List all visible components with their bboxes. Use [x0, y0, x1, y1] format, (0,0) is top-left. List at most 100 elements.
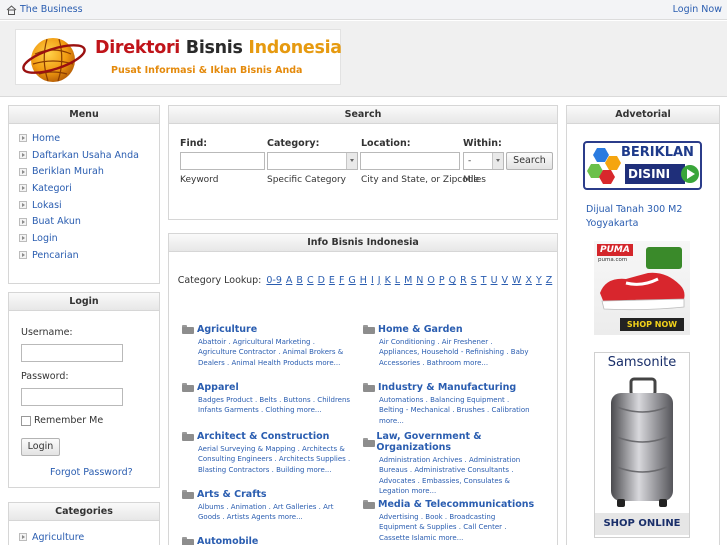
forgot-password-link[interactable]: Forgot Password?: [50, 467, 133, 478]
lookup-letter-t[interactable]: T: [481, 275, 487, 286]
category-link-agriculture[interactable]: Agriculture: [197, 324, 257, 335]
samsonite-ad[interactable]: Samsonite SHOP ONLINE: [594, 352, 690, 538]
lookup-letter-s[interactable]: S: [471, 275, 477, 286]
top-bar: The Business Login Now: [0, 0, 727, 20]
subcategory-list[interactable]: Administration Archives . Administration…: [363, 455, 535, 497]
password-input[interactable]: [21, 388, 123, 406]
category-link-media-telecom[interactable]: Media & Telecommunications: [378, 499, 534, 510]
lookup-letter-f[interactable]: F: [339, 275, 344, 286]
lookup-letter-d[interactable]: D: [318, 275, 325, 286]
menu-item-kategori[interactable]: Kategori: [19, 180, 159, 197]
login-button[interactable]: Login: [21, 438, 60, 456]
subcategory-list[interactable]: Abattoir . Agricultural Marketing . Agri…: [182, 337, 354, 368]
location-label: Location:: [361, 138, 411, 149]
category-hint: Specific Category: [267, 175, 347, 185]
location-input[interactable]: [360, 152, 460, 170]
menu-item-buat-akun[interactable]: Buat Akun: [19, 213, 159, 230]
lookup-letter-u[interactable]: U: [491, 275, 498, 286]
logo-tagline: Pusat Informasi & Iklan Bisnis Anda: [111, 65, 303, 76]
login-now-link[interactable]: Login Now: [673, 4, 722, 15]
lookup-letter-k[interactable]: K: [385, 275, 391, 286]
lookup-letter-w[interactable]: W: [512, 275, 521, 286]
lookup-letter-l[interactable]: L: [395, 275, 400, 286]
lookup-letter-c[interactable]: C: [307, 275, 314, 286]
folder-icon: [182, 325, 194, 334]
lookup-letter-a[interactable]: A: [286, 275, 293, 286]
subcategory-list[interactable]: Advertising . Book . Broadcasting Equipm…: [363, 512, 535, 543]
within-select[interactable]: -: [463, 152, 504, 170]
lookup-letter-x[interactable]: X: [525, 275, 532, 286]
menu-item-label[interactable]: Buat Akun: [32, 216, 81, 227]
lookup-letter-e[interactable]: E: [329, 275, 335, 286]
puma-logo: PUMA: [597, 244, 633, 256]
category-link-industry[interactable]: Industry & Manufacturing: [378, 382, 516, 393]
lookup-letter-o[interactable]: O: [427, 275, 434, 286]
category-link-law-government[interactable]: Law, Government & Organizations: [376, 431, 535, 453]
category-item-label[interactable]: Agriculture: [32, 532, 84, 543]
remember-me-label: Remember Me: [34, 415, 104, 426]
lookup-letter-b[interactable]: B: [296, 275, 303, 286]
lookup-letter-q[interactable]: Q: [449, 275, 456, 286]
lookup-letter-p[interactable]: P: [439, 275, 445, 286]
subcategory-list[interactable]: Badges Product . Belts . Buttons . Child…: [182, 395, 354, 416]
home-link[interactable]: The Business: [6, 4, 83, 15]
lookup-letter-g[interactable]: G: [348, 275, 355, 286]
menu-item-label[interactable]: Login: [32, 233, 58, 244]
lookup-letter-i[interactable]: I: [371, 275, 374, 286]
subcategory-list[interactable]: Automations . Balancing Equipment . Belt…: [363, 395, 535, 426]
subcategory-list[interactable]: Air Conditioning . Air Freshener . Appli…: [363, 337, 535, 368]
lookup-letter-m[interactable]: M: [404, 275, 412, 286]
find-label: Find:: [180, 138, 208, 149]
menu-item-label[interactable]: Beriklan Murah: [32, 166, 104, 177]
lookup-letter-z[interactable]: Z: [546, 275, 553, 286]
puma-ad[interactable]: PUMA puma.com SHOP NOW: [594, 241, 690, 335]
puma-shop-now-button[interactable]: SHOP NOW: [620, 318, 684, 331]
lookup-letter-n[interactable]: N: [416, 275, 423, 286]
find-input[interactable]: [180, 152, 265, 170]
menu-item-lokasi[interactable]: Lokasi: [19, 197, 159, 214]
info-panel-title: Info Bisnis Indonesia: [169, 234, 557, 252]
lookup-letter-v[interactable]: V: [502, 275, 509, 286]
menu-item-home[interactable]: Home: [19, 130, 159, 147]
categories-panel-title: Categories: [9, 503, 159, 521]
lookup-letter-h[interactable]: H: [360, 275, 367, 286]
menu-item-daftarkan-usaha[interactable]: Daftarkan Usaha Anda: [19, 147, 159, 164]
folder-icon: [363, 437, 376, 447]
lookup-letter-y[interactable]: Y: [536, 275, 542, 286]
subcategory-list[interactable]: Albums . Animation . Art Galleries . Art…: [182, 502, 354, 523]
menu-item-label[interactable]: Pencarian: [32, 250, 79, 261]
category-link-automobile[interactable]: Automobile: [197, 536, 258, 545]
category-select[interactable]: [267, 152, 358, 170]
menu-item-label[interactable]: Kategori: [32, 183, 72, 194]
banner-line2: DISINI: [625, 164, 685, 184]
category-link-architect[interactable]: Architect & Construction: [197, 431, 329, 442]
menu-item-login[interactable]: Login: [19, 230, 159, 247]
ad-text-link[interactable]: Dijual Tanah 300 M2 Yogyakarta: [586, 203, 706, 231]
arrow-icon: [19, 167, 27, 176]
menu-item-beriklan-murah[interactable]: Beriklan Murah: [19, 163, 159, 180]
lookup-letter-0-9[interactable]: 0-9: [266, 275, 282, 286]
category-item-agriculture[interactable]: Agriculture: [19, 529, 159, 545]
menu-item-label[interactable]: Daftarkan Usaha Anda: [32, 150, 139, 161]
search-button[interactable]: Search: [506, 152, 553, 170]
category-link-arts-crafts[interactable]: Arts & Crafts: [197, 489, 267, 500]
site-logo[interactable]: Direktori Bisnis Indonesia Pusat Informa…: [15, 29, 342, 85]
chevron-down-icon: [346, 153, 357, 169]
suitcase-icon: [611, 377, 673, 507]
lookup-letter-j[interactable]: J: [378, 275, 381, 286]
samsonite-shop-online-button[interactable]: SHOP ONLINE: [595, 513, 689, 535]
login-panel-title: Login: [9, 293, 159, 311]
menu-item-label[interactable]: Lokasi: [32, 200, 62, 211]
category-link-apparel[interactable]: Apparel: [197, 382, 239, 393]
categories-list: Agriculture: [9, 521, 159, 545]
remember-me-checkbox[interactable]: [21, 416, 31, 426]
username-input[interactable]: [21, 344, 123, 362]
menu-item-label[interactable]: Home: [32, 133, 60, 144]
globe-logo-icon: [22, 38, 86, 82]
category-link-home-garden[interactable]: Home & Garden: [378, 324, 463, 335]
category-block-automobile: Automobile: [182, 536, 354, 545]
beriklan-disini-banner[interactable]: BERIKLAN DISINI: [583, 141, 702, 190]
menu-item-pencarian[interactable]: Pencarian: [19, 247, 159, 264]
lookup-letter-r[interactable]: R: [460, 275, 467, 286]
subcategory-list[interactable]: Aerial Surveying & Mapping . Architects …: [182, 444, 354, 475]
